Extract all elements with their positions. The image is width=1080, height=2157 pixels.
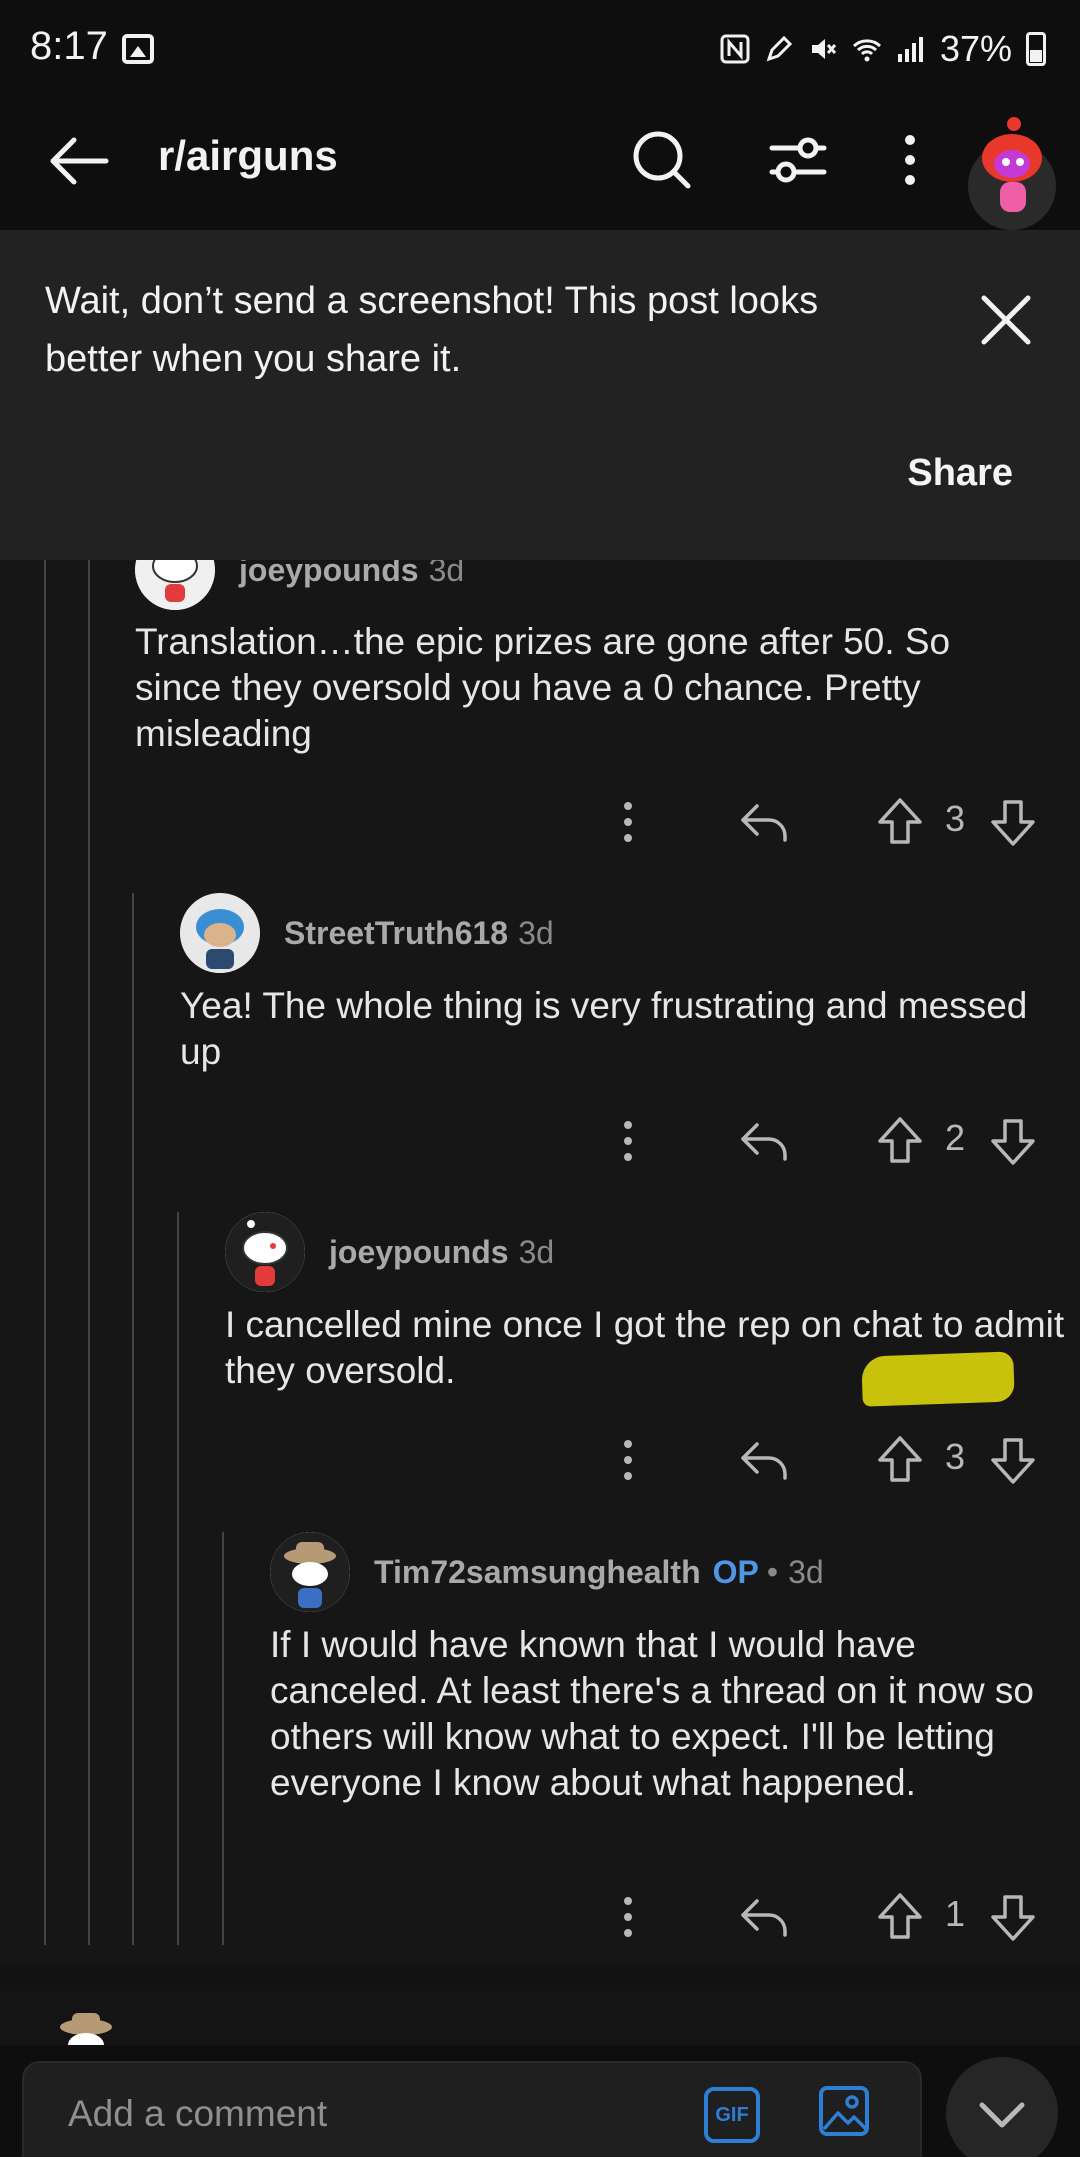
thread-line[interactable] [44,560,46,1945]
comment-thread: joeypounds 3d Translation…the epic prize… [0,560,1080,1965]
comment-timestamp: 3d [428,560,465,588]
add-comment-input[interactable]: Add a comment GIF [22,2061,922,2157]
add-comment-placeholder: Add a comment [68,2093,328,2134]
comment-timestamp: 3d [518,1233,555,1270]
filter-icon[interactable] [758,120,838,200]
comment-body: Translation…the epic prizes are gone aft… [135,621,951,754]
back-arrow-icon[interactable] [44,126,114,196]
banner-message: Wait, don’t send a screenshot! This post… [45,280,819,380]
signal-icon [897,37,923,62]
vote-count: 2 [944,1117,966,1158]
avatar[interactable] [180,893,260,973]
chevron-down-icon [979,2102,1025,2128]
upvote-icon[interactable] [870,1430,930,1490]
share-prompt-banner: Wait, don’t send a screenshot! This post… [0,230,1080,560]
downvote-icon[interactable] [983,1887,1043,1947]
snoo-avatar-icon [270,1532,350,1612]
downvote-icon[interactable] [983,1430,1043,1490]
upvote-icon[interactable] [870,1887,930,1947]
snoo-avatar-icon [982,117,1042,212]
comment-username[interactable]: Tim72samsunghealth [374,1554,701,1591]
thread-line[interactable] [132,893,134,1945]
comment-body: Yea! The whole thing is very frustrating… [180,985,1028,1072]
status-icons: 37% [720,28,1046,70]
marker-highlight [861,1351,1015,1407]
avatar[interactable] [225,1212,305,1292]
vote-count: 3 [944,1436,966,1477]
upvote-icon[interactable] [870,792,930,852]
reply-icon[interactable] [735,792,795,852]
comment-composer: Add a comment GIF [0,2045,1080,2157]
user-avatar[interactable] [968,117,1056,230]
edit-icon [766,35,793,62]
snoo-avatar-icon [180,893,260,973]
collapse-button[interactable] [946,2057,1058,2157]
more-options-icon[interactable] [600,792,660,852]
battery-icon [1026,32,1046,66]
subreddit-title[interactable]: r/airguns [158,132,338,180]
comment-username[interactable]: joeypounds [329,1234,509,1271]
avatar[interactable] [135,560,215,610]
more-options-icon[interactable] [600,1887,660,1947]
status-time: 8:17 [30,24,108,68]
comment-body: If I would have known that I would have … [270,1624,1034,1803]
image-icon[interactable] [818,2085,870,2137]
reply-icon[interactable] [735,1887,795,1947]
comment-username[interactable]: StreetTruth618 [284,915,508,952]
next-comment-peek [0,1985,1080,2045]
gif-button[interactable]: GIF [704,2087,760,2143]
more-options-icon[interactable] [600,1111,660,1171]
search-icon[interactable] [622,120,702,200]
op-badge: OP [712,1553,759,1590]
snoo-avatar-icon [60,2013,112,2045]
vote-count: 3 [944,798,966,839]
battery-percent: 37% [939,28,1012,69]
snoo-avatar-icon [135,560,215,610]
thread-line[interactable] [222,1532,224,1945]
upvote-icon[interactable] [870,1111,930,1171]
thread-line[interactable] [88,560,90,1945]
nfc-icon [720,34,750,64]
avatar[interactable] [270,1532,350,1612]
comment-timestamp: 3d [788,1553,824,1590]
snoo-avatar-icon [225,1212,305,1292]
status-bar: 8:17 37% [0,0,1080,100]
more-options-icon[interactable] [600,1430,660,1490]
comment-timestamp: 3d [518,914,554,951]
wifi-icon [852,39,881,62]
downvote-icon[interactable] [983,1111,1043,1171]
reply-icon[interactable] [735,1430,795,1490]
share-button[interactable]: Share [907,452,1013,495]
close-icon[interactable] [976,290,1036,350]
mute-icon [811,39,837,59]
thread-line[interactable] [177,1212,179,1945]
separator-dot: • [766,1553,779,1590]
more-options-icon[interactable] [870,120,950,200]
vote-count: 1 [944,1893,966,1934]
app-header: r/airguns [0,100,1080,230]
reply-icon[interactable] [735,1111,795,1171]
gallery-notification-icon [122,34,154,64]
downvote-icon[interactable] [983,792,1043,852]
comment-username[interactable]: joeypounds [239,560,419,589]
